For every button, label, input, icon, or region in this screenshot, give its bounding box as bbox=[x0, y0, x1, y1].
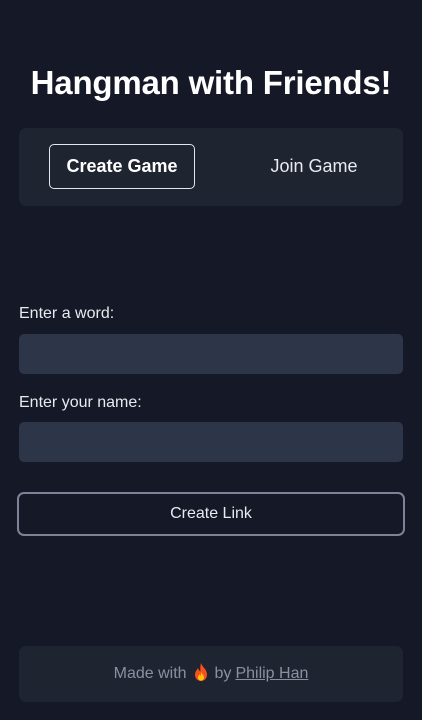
create-link-button[interactable]: Create Link bbox=[17, 492, 405, 536]
name-label: Enter your name: bbox=[19, 394, 142, 411]
footer-by: by bbox=[214, 665, 232, 682]
footer-made-with: Made with bbox=[113, 665, 187, 682]
tab-create-game[interactable]: Create Game bbox=[49, 144, 195, 189]
word-input[interactable] bbox=[19, 334, 403, 374]
footer: Made with by Philip Han bbox=[19, 646, 403, 702]
tab-join-game[interactable]: Join Game bbox=[241, 144, 387, 189]
author-link[interactable]: Philip Han bbox=[235, 665, 308, 683]
page-title: Hangman with Friends! bbox=[30, 64, 392, 101]
game-mode-tabs: Create Game Join Game bbox=[19, 128, 403, 206]
word-label: Enter a word: bbox=[19, 305, 115, 322]
name-input[interactable] bbox=[19, 422, 403, 462]
fire-icon bbox=[192, 662, 210, 687]
